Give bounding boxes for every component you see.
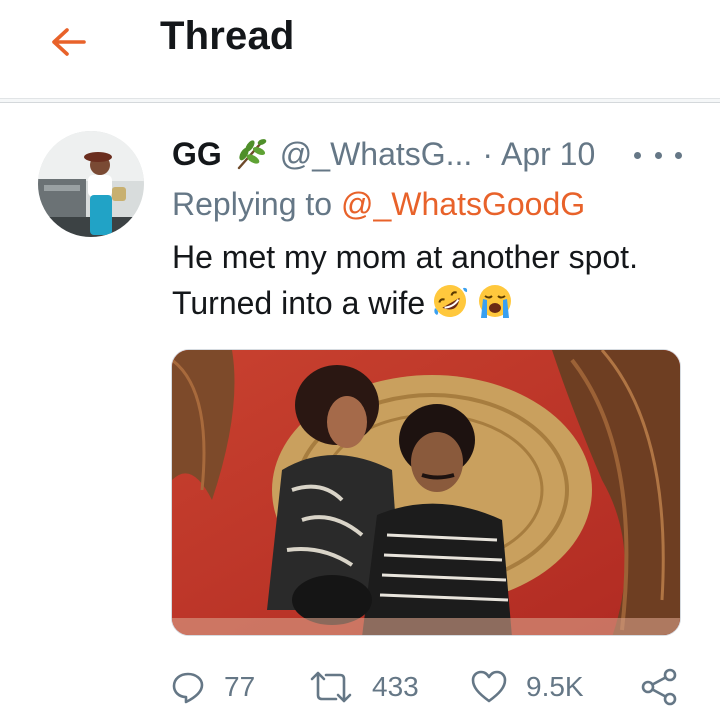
herb-icon xyxy=(234,137,268,171)
replying-to: Replying to @_WhatsGoodG xyxy=(172,186,585,223)
more-dot-icon xyxy=(634,151,641,159)
replying-prefix: Replying to xyxy=(172,186,333,222)
more-options-button[interactable] xyxy=(634,140,682,170)
reply-icon xyxy=(172,672,204,704)
tweet-date[interactable]: Apr 10 xyxy=(501,136,595,173)
page-title: Thread xyxy=(160,14,295,58)
tweet-text-line-2: Turned into a wife xyxy=(172,280,638,332)
photo-image xyxy=(172,350,680,635)
reply-count: 77 xyxy=(224,671,256,702)
avatar-image xyxy=(38,131,144,237)
tweet-photo[interactable] xyxy=(171,349,681,636)
header-divider xyxy=(0,98,720,103)
top-bar: Thread xyxy=(0,0,720,100)
tweet-text-line-1: He met my mom at another spot. xyxy=(172,239,638,275)
heart-icon xyxy=(471,670,507,703)
more-dot-icon xyxy=(675,151,682,159)
retweet-count: 433 xyxy=(372,671,419,702)
tweet-actions: 77 433 9.5K xyxy=(170,664,690,710)
display-name[interactable]: GG xyxy=(172,136,222,173)
share-button[interactable] xyxy=(640,664,680,710)
rolling-on-floor-laughing-icon xyxy=(431,282,469,332)
meta-separator: · xyxy=(482,135,493,172)
retweet-button[interactable]: 433 xyxy=(308,664,419,710)
replying-handle-link[interactable]: @_WhatsGoodG xyxy=(341,186,585,222)
like-button[interactable]: 9.5K xyxy=(470,664,584,710)
like-count: 9.5K xyxy=(526,671,584,702)
retweet-icon xyxy=(310,671,352,703)
more-dot-icon xyxy=(654,151,662,159)
share-icon xyxy=(641,668,677,706)
reply-button[interactable]: 77 xyxy=(170,664,255,710)
avatar[interactable] xyxy=(38,131,144,237)
user-handle[interactable]: @_WhatsG... xyxy=(280,136,473,173)
loudly-crying-face-icon xyxy=(475,282,515,332)
arrow-left-icon xyxy=(52,28,86,56)
tweet-text: He met my mom at another spot. Turned in… xyxy=(172,234,638,332)
tweet-text-line-2-text: Turned into a wife xyxy=(172,285,426,321)
tweet-meta: GG @_WhatsG... · Apr 10 xyxy=(172,132,595,176)
back-button[interactable] xyxy=(42,22,94,62)
